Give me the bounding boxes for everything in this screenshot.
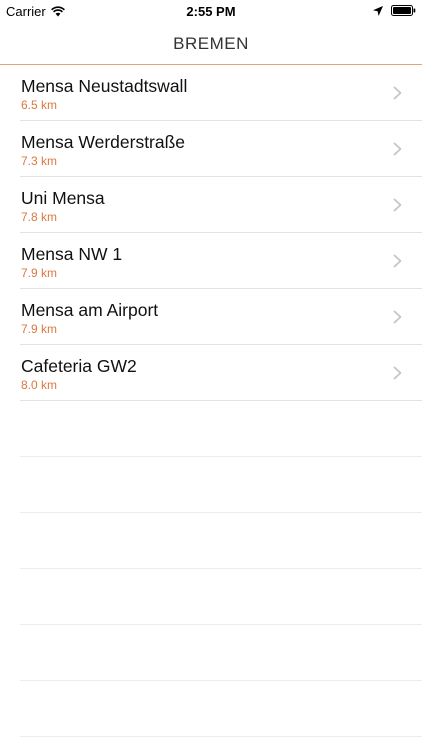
list-item-distance: 7.9 km bbox=[21, 266, 58, 280]
mensa-list: Mensa Neustadtswall 6.5 km Mensa Werders… bbox=[0, 65, 422, 737]
location-arrow-icon bbox=[373, 5, 383, 16]
list-item-distance: 7.8 km bbox=[21, 210, 58, 224]
list-item-distance: 6.5 km bbox=[21, 98, 58, 112]
list-item-title: Cafeteria GW2 bbox=[21, 356, 137, 376]
chevron-right-icon bbox=[393, 86, 402, 100]
list-item-title: Mensa NW 1 bbox=[21, 244, 123, 264]
chevron-right-icon bbox=[393, 310, 402, 324]
list-item-title: Mensa Neustadtswall bbox=[21, 76, 188, 96]
chevron-right-icon bbox=[393, 142, 402, 156]
status-bar: Carrier 2:55 PM bbox=[0, 0, 422, 22]
nav-title: BREMEN bbox=[173, 34, 249, 53]
list-item[interactable]: Mensa Neustadtswall 6.5 km bbox=[20, 65, 422, 121]
list-item-distance: 7.9 km bbox=[21, 322, 58, 336]
status-right bbox=[373, 5, 416, 16]
status-time: 2:55 PM bbox=[186, 4, 236, 19]
list-item[interactable]: Mensa am Airport 7.9 km bbox=[20, 289, 422, 345]
list-item-title: Mensa Werderstraße bbox=[21, 132, 186, 152]
list-item[interactable]: Cafeteria GW2 8.0 km bbox=[20, 345, 422, 401]
empty-row-separator bbox=[20, 513, 422, 569]
list-item-distance: 8.0 km bbox=[21, 378, 58, 392]
chevron-right-icon bbox=[393, 254, 402, 268]
battery-icon bbox=[391, 5, 416, 16]
list-item[interactable]: Mensa NW 1 7.9 km bbox=[20, 233, 422, 289]
navigation-bar: BREMEN bbox=[0, 22, 422, 65]
empty-row-separator bbox=[20, 401, 422, 457]
empty-row-separator bbox=[20, 625, 422, 681]
chevron-right-icon bbox=[393, 198, 402, 212]
empty-row-separator bbox=[20, 681, 422, 737]
empty-row-separator bbox=[20, 457, 422, 513]
list-item-title: Mensa am Airport bbox=[21, 300, 159, 320]
list-item[interactable]: Mensa Werderstraße 7.3 km bbox=[20, 121, 422, 177]
empty-row-separator bbox=[20, 569, 422, 625]
list-item-distance: 7.3 km bbox=[21, 154, 58, 168]
list-item[interactable]: Uni Mensa 7.8 km bbox=[20, 177, 422, 233]
list-item-title: Uni Mensa bbox=[21, 188, 105, 208]
chevron-right-icon bbox=[393, 366, 402, 380]
